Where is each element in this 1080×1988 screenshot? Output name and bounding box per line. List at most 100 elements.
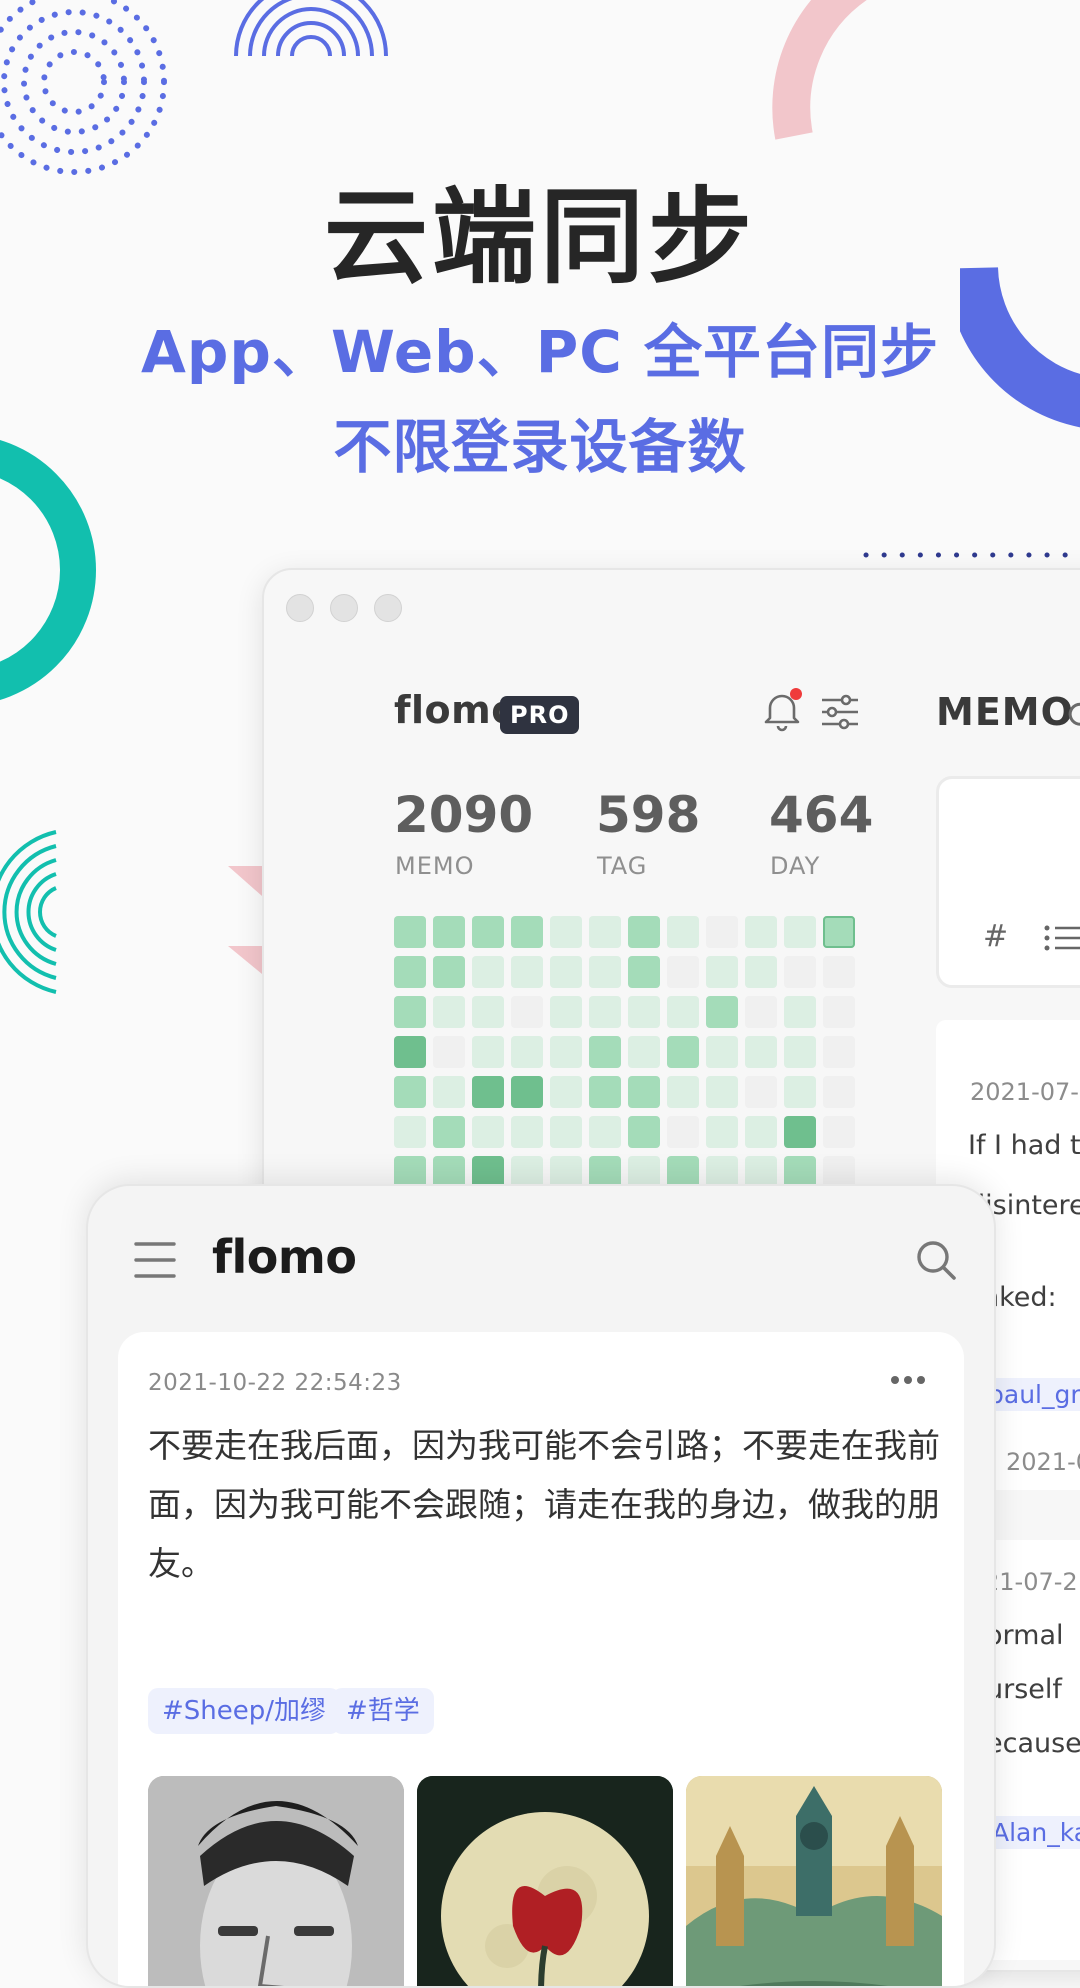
heatmap-cell <box>823 1036 855 1068</box>
heatmap-cell <box>394 956 426 988</box>
heatmap-cell <box>784 956 816 988</box>
hamburger-menu-icon[interactable] <box>134 1240 176 1280</box>
heatmap-cell <box>433 996 465 1028</box>
heatmap-cell <box>628 956 660 988</box>
stat-tag-label: TAG <box>597 852 648 880</box>
heatmap-cell <box>550 1036 582 1068</box>
mobile-brand-logo: flomo <box>212 1230 357 1284</box>
decor-blue-arcs <box>234 0 388 57</box>
memo-image-moon-flower[interactable] <box>417 1776 673 1986</box>
heatmap-cell <box>472 996 504 1028</box>
decor-pink-arc <box>772 0 867 140</box>
heatmap-cell <box>589 956 621 988</box>
heatmap-cell <box>745 1076 777 1108</box>
stat-tag-value: 598 <box>596 786 701 844</box>
heatmap-cell <box>823 916 855 948</box>
filter-settings-icon[interactable] <box>818 692 862 732</box>
heatmap-cell <box>433 1116 465 1148</box>
heatmap-cell <box>628 916 660 948</box>
heatmap-cell <box>667 1076 699 1108</box>
memo-tag-sheep[interactable]: #Sheep/加缪 <box>148 1688 341 1734</box>
bell-icon[interactable] <box>760 686 804 734</box>
heatmap-cell <box>550 996 582 1028</box>
memo-tag[interactable]: paul_gr <box>982 1378 1080 1411</box>
memo-header-title: MEMO <box>936 690 1074 734</box>
memo-text-line: If I had t <box>968 1130 1080 1161</box>
heatmap-cell <box>706 1036 738 1068</box>
memo-text-line: ormal <box>986 1620 1064 1651</box>
notification-dot <box>790 688 802 700</box>
window-maximize-button[interactable] <box>374 594 402 622</box>
heatmap-cell <box>511 1076 543 1108</box>
headline-subtitle-line2: 不限登录设备数 <box>333 413 747 481</box>
memo-text-line: ecause <box>986 1728 1080 1759</box>
headline-subtitle-line1: App、Web、PC 全平台同步 <box>141 318 939 386</box>
heatmap-cell <box>394 1116 426 1148</box>
heatmap-cell <box>823 996 855 1028</box>
heatmap-cell <box>784 916 816 948</box>
heatmap-cell <box>628 1036 660 1068</box>
heatmap-cell <box>823 1076 855 1108</box>
refresh-icon[interactable] <box>1064 696 1080 730</box>
search-icon[interactable] <box>914 1238 958 1282</box>
heatmap-cell <box>589 1036 621 1068</box>
heatmap-cell <box>511 1116 543 1148</box>
heatmap-cell <box>394 1036 426 1068</box>
heatmap-cell <box>628 1116 660 1148</box>
memo-text-line: urself <box>986 1674 1062 1705</box>
tag-hash-button[interactable]: # <box>983 919 1008 954</box>
heatmap-cell <box>784 996 816 1028</box>
heatmap-cell <box>433 1036 465 1068</box>
memo-date: 2021-07-2 <box>970 1078 1080 1106</box>
memo-image-portrait[interactable] <box>148 1776 404 1986</box>
window-close-button[interactable] <box>286 594 314 622</box>
heatmap-cell <box>784 1116 816 1148</box>
decor-dotted-line <box>863 552 1080 558</box>
heatmap-cell <box>745 956 777 988</box>
heatmap-cell <box>550 916 582 948</box>
memo-date: 21-07-2 <box>984 1568 1078 1596</box>
heatmap-cell <box>511 1036 543 1068</box>
heatmap-cell <box>472 916 504 948</box>
memo-card[interactable]: 2021-10-22 22:54:23 不要走在我后面，因为我可能不会引路；不要… <box>118 1332 964 1986</box>
heatmap-cell <box>628 996 660 1028</box>
heatmap-cell <box>511 956 543 988</box>
stat-day-value: 464 <box>769 786 874 844</box>
heatmap-cell <box>550 1116 582 1148</box>
memo-content-text: 不要走在我后面，因为我可能不会引路；不要走在我前面，因为我可能不会跟随；请走在我… <box>148 1426 940 1583</box>
stat-memo-value: 2090 <box>394 786 534 844</box>
decor-teal-arcs <box>0 830 57 994</box>
heatmap-cell <box>472 1036 504 1068</box>
mobile-window: flomo 2021-10-22 22:54:23 不要走在我后面，因为我可能不… <box>86 1184 996 1988</box>
window-minimize-button[interactable] <box>330 594 358 622</box>
heatmap-cell <box>394 996 426 1028</box>
memo-editor[interactable]: # <box>936 776 1080 988</box>
memo-date: 2021-0 <box>1006 1448 1080 1476</box>
heatmap-cell <box>823 956 855 988</box>
stat-day-label: DAY <box>770 852 821 880</box>
heatmap-cell <box>394 1076 426 1108</box>
heatmap-cell <box>589 916 621 948</box>
heatmap-cell <box>667 1036 699 1068</box>
heatmap-cell <box>706 1116 738 1148</box>
heatmap-cell <box>667 1116 699 1148</box>
headline-title: 云端同步 <box>323 176 756 298</box>
heatmap-cell <box>589 1076 621 1108</box>
heatmap-cell <box>589 996 621 1028</box>
memo-tag-philosophy[interactable]: #哲学 <box>332 1688 434 1734</box>
heatmap-cell <box>745 1116 777 1148</box>
heatmap-cell <box>784 1076 816 1108</box>
list-icon[interactable] <box>1043 923 1080 953</box>
more-options-icon[interactable] <box>890 1374 926 1386</box>
heatmap-cell <box>706 996 738 1028</box>
heatmap-cell <box>628 1076 660 1108</box>
memo-image-fantasy-landscape[interactable] <box>686 1776 942 1986</box>
heatmap-cell <box>394 916 426 948</box>
heatmap-cell <box>550 1076 582 1108</box>
heatmap-cell <box>550 956 582 988</box>
memo-tag[interactable]: Alan_ka <box>986 1816 1080 1849</box>
heatmap-cell <box>823 1116 855 1148</box>
heatmap-cell <box>433 1076 465 1108</box>
heatmap-cell <box>472 1076 504 1108</box>
heatmap-cell <box>511 916 543 948</box>
